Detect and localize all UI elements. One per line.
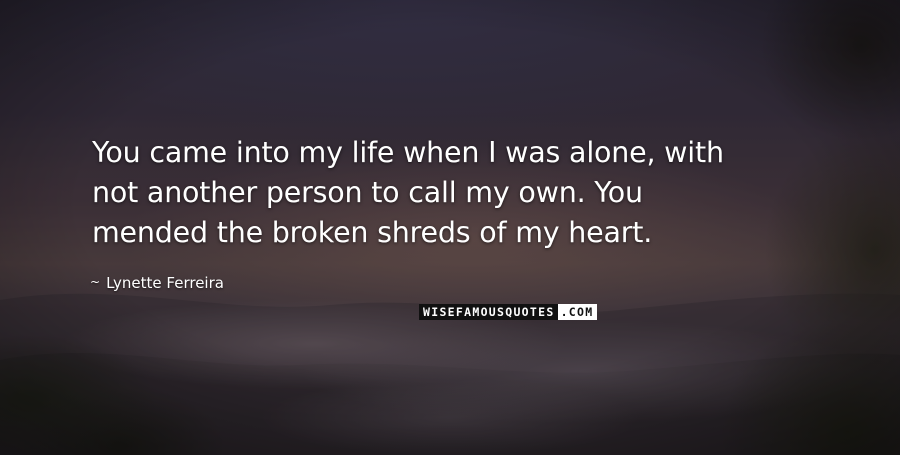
quote-line: mended the broken shreds of my heart. — [92, 216, 653, 249]
quote-line: You came into my life when I was alone, … — [92, 136, 724, 169]
watermark-logo-main: WISEFAMOUSQUOTES — [419, 304, 558, 320]
author-name: Lynette Ferreira — [106, 274, 224, 292]
tilde-icon: ~ — [90, 275, 101, 289]
quote-line: not another person to call my own. You — [92, 176, 643, 209]
watermark-logo-tld: .COM — [557, 304, 598, 320]
watermark-logo: WISEFAMOUSQUOTES .COM — [419, 304, 598, 320]
author-attribution: ~ Lynette Ferreira — [90, 273, 224, 293]
quote-text: You came into my life when I was alone, … — [92, 133, 852, 253]
quote-image: You came into my life when I was alone, … — [0, 0, 900, 455]
